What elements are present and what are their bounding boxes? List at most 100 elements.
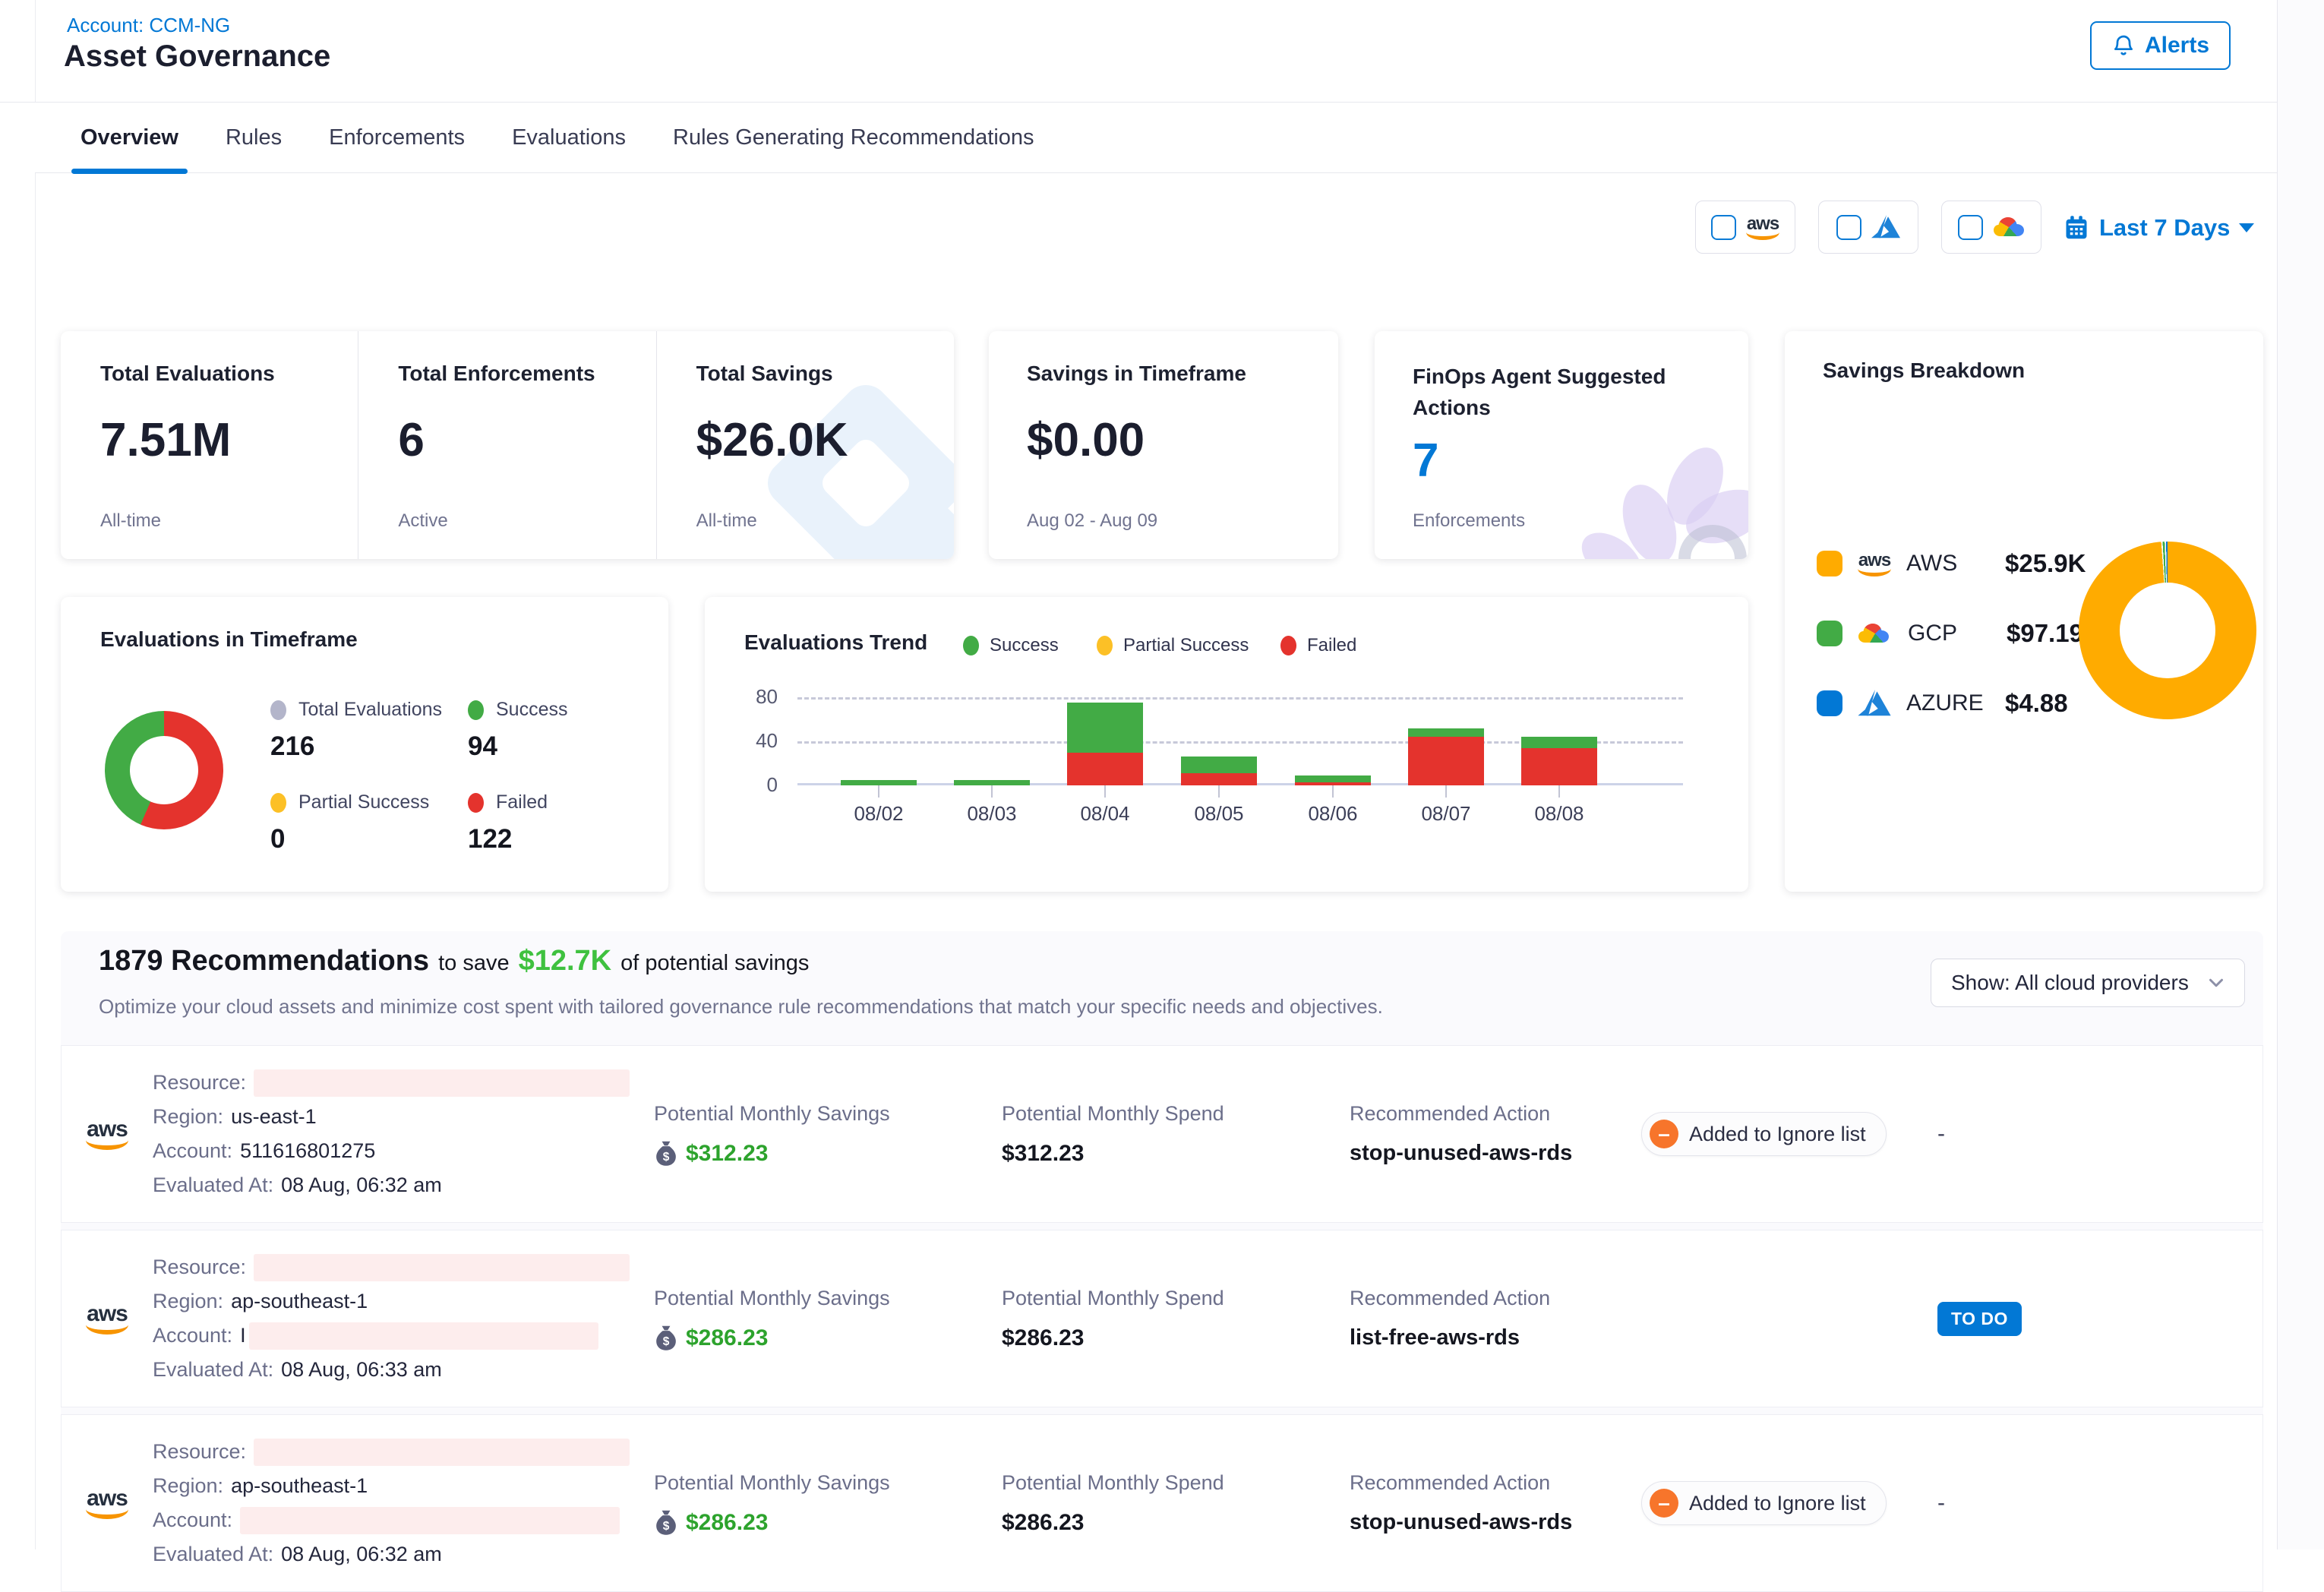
filter-provider-aws[interactable]: aws xyxy=(1695,201,1795,254)
metric-caption: Aug 02 - Aug 09 xyxy=(1027,510,1338,532)
svg-text:$: $ xyxy=(663,1335,670,1347)
legend-total-evaluations: Total Evaluations 216 xyxy=(270,699,450,762)
account-label: Account: xyxy=(153,1139,232,1163)
x-axis-label: 08/04 xyxy=(1059,802,1151,826)
tab-enforcements[interactable]: Enforcements xyxy=(324,103,469,172)
resource-label: Resource: xyxy=(153,1440,246,1464)
x-tick xyxy=(1218,785,1220,798)
recommendation-row[interactable]: aws Resource: Region:ap-southeast-1 Acco… xyxy=(61,1230,2263,1407)
legend-success: Success 94 xyxy=(468,699,647,762)
potential-monthly-savings: Potential Monthly Savings $ $312.23 xyxy=(654,1102,1002,1167)
y-axis-tick: 80 xyxy=(732,685,778,709)
svg-text:$: $ xyxy=(663,1519,670,1532)
chevron-down-icon xyxy=(2205,971,2228,994)
x-axis-label: 08/06 xyxy=(1287,802,1378,826)
potential-monthly-spend: Potential Monthly Spend $286.23 xyxy=(1002,1287,1350,1351)
potential-monthly-savings: Potential Monthly Savings $ $286.23 xyxy=(654,1471,1002,1536)
redacted-account xyxy=(249,1322,598,1350)
spend-value: $286.23 xyxy=(1002,1510,1350,1536)
gcp-logo-icon xyxy=(1858,621,1893,646)
date-range-selector[interactable]: Last 7 Days xyxy=(2063,205,2254,251)
tab-evaluations[interactable]: Evaluations xyxy=(507,103,630,172)
metric-value: 7 xyxy=(1413,434,1748,488)
card-title: Evaluations in Timeframe xyxy=(100,627,358,652)
savings-breakdown-donut-chart xyxy=(2079,542,2256,719)
alerts-button[interactable]: Alerts xyxy=(2090,21,2231,70)
filter-provider-azure[interactable] xyxy=(1818,201,1918,254)
x-axis-label: 08/05 xyxy=(1173,802,1265,826)
legend-label: Success xyxy=(990,635,1059,656)
region-value: ap-southeast-1 xyxy=(231,1290,368,1313)
tab-rules-generating-recommendations[interactable]: Rules Generating Recommendations xyxy=(668,103,1039,172)
x-tick xyxy=(878,785,879,798)
recommendation-row[interactable]: aws Resource: Region:us-east-1 Account:5… xyxy=(61,1045,2263,1223)
redacted-resource xyxy=(254,1439,630,1466)
column-header: Potential Monthly Savings xyxy=(654,1287,1002,1310)
x-tick xyxy=(1558,785,1560,798)
dropdown-value: Show: All cloud providers xyxy=(1951,971,2189,995)
alerts-button-label: Alerts xyxy=(2145,33,2209,58)
resource-info: Resource: Region:us-east-1 Account:51161… xyxy=(153,1066,654,1202)
trend-legend-failed: Failed xyxy=(1280,635,1356,656)
added-to-ignore-list-pill[interactable]: – Added to Ignore list xyxy=(1641,1112,1887,1156)
show-cloud-providers-dropdown[interactable]: Show: All cloud providers xyxy=(1931,959,2245,1007)
chevron-down-icon xyxy=(2239,223,2254,232)
column-header: Recommended Action xyxy=(1350,1287,1641,1310)
account-label: Account: xyxy=(153,1324,232,1347)
tab-overview[interactable]: Overview xyxy=(76,103,183,172)
aws-logo-icon: aws xyxy=(86,1303,128,1335)
x-tick xyxy=(1445,785,1447,798)
x-axis-label: 08/08 xyxy=(1514,802,1605,826)
page-title: Asset Governance xyxy=(64,39,330,74)
savings-value: $312.23 xyxy=(686,1141,768,1167)
success-bar-segment xyxy=(1521,737,1597,748)
trend-legend-partial: Partial Success xyxy=(1097,635,1249,656)
failed-bar-segment xyxy=(1521,748,1597,785)
success-dot xyxy=(963,636,979,655)
legend-value: 216 xyxy=(270,731,450,762)
success-dot xyxy=(468,700,484,720)
evaluated-label: Evaluated At: xyxy=(153,1173,273,1197)
summary-metrics-card: Total Evaluations 7.51M All-time Total E… xyxy=(61,331,954,559)
account-breadcrumb-link[interactable]: Account: CCM-NG xyxy=(67,14,230,37)
success-bar-segment xyxy=(1408,728,1484,738)
region-value: us-east-1 xyxy=(231,1105,317,1129)
bell-icon xyxy=(2111,33,2136,58)
trend-bar-group xyxy=(954,780,1030,785)
resource-label: Resource: xyxy=(153,1256,246,1279)
metric-value: 6 xyxy=(398,413,655,467)
x-tick xyxy=(991,785,993,798)
money-bag-icon: $ xyxy=(654,1510,678,1536)
legend-label: Total Evaluations xyxy=(298,699,442,721)
status-cell: - xyxy=(1937,1490,2165,1516)
trend-bar-chart xyxy=(797,684,1671,785)
left-rail-divider xyxy=(35,0,36,1549)
metric-title: Total Savings xyxy=(696,362,954,386)
region-label: Region: xyxy=(153,1105,223,1129)
legend-label: Partial Success xyxy=(1123,635,1249,656)
tab-rules[interactable]: Rules xyxy=(221,103,286,172)
partial-success-dot xyxy=(1097,636,1113,655)
column-header: Potential Monthly Spend xyxy=(1002,1471,1350,1495)
legend-partial-success: Partial Success 0 xyxy=(270,791,450,854)
gridline-80 xyxy=(797,697,1683,700)
metric-total-evaluations: Total Evaluations 7.51M All-time xyxy=(61,331,358,559)
breakdown-legend-azure: AZURE $4.88 xyxy=(1817,685,2068,722)
recommendation-row[interactable]: aws Resource: Region:ap-southeast-1 Acco… xyxy=(61,1414,2263,1592)
card-title: FinOps Agent Suggested Actions xyxy=(1413,362,1701,423)
metric-caption: Enforcements xyxy=(1413,510,1748,532)
recommendations-subtitle: Optimize your cloud assets and minimize … xyxy=(99,995,1383,1019)
added-to-ignore-list-pill[interactable]: – Added to Ignore list xyxy=(1641,1481,1887,1525)
aws-checkbox[interactable] xyxy=(1711,215,1736,240)
total-evaluations-dot xyxy=(270,700,286,720)
redacted-resource xyxy=(254,1069,630,1097)
azure-checkbox[interactable] xyxy=(1836,215,1861,240)
finops-agent-card: FinOps Agent Suggested Actions 7 Enforce… xyxy=(1375,331,1748,559)
filter-provider-gcp[interactable] xyxy=(1941,201,2041,254)
gcp-checkbox[interactable] xyxy=(1958,215,1983,240)
recommended-action: Recommended Action stop-unused-aws-rds xyxy=(1350,1102,1641,1166)
aws-logo-icon: aws xyxy=(86,1487,128,1519)
failed-bar-segment xyxy=(1408,737,1484,785)
partial-success-dot xyxy=(270,793,286,813)
evaluated-value: 08 Aug, 06:32 am xyxy=(281,1173,442,1197)
